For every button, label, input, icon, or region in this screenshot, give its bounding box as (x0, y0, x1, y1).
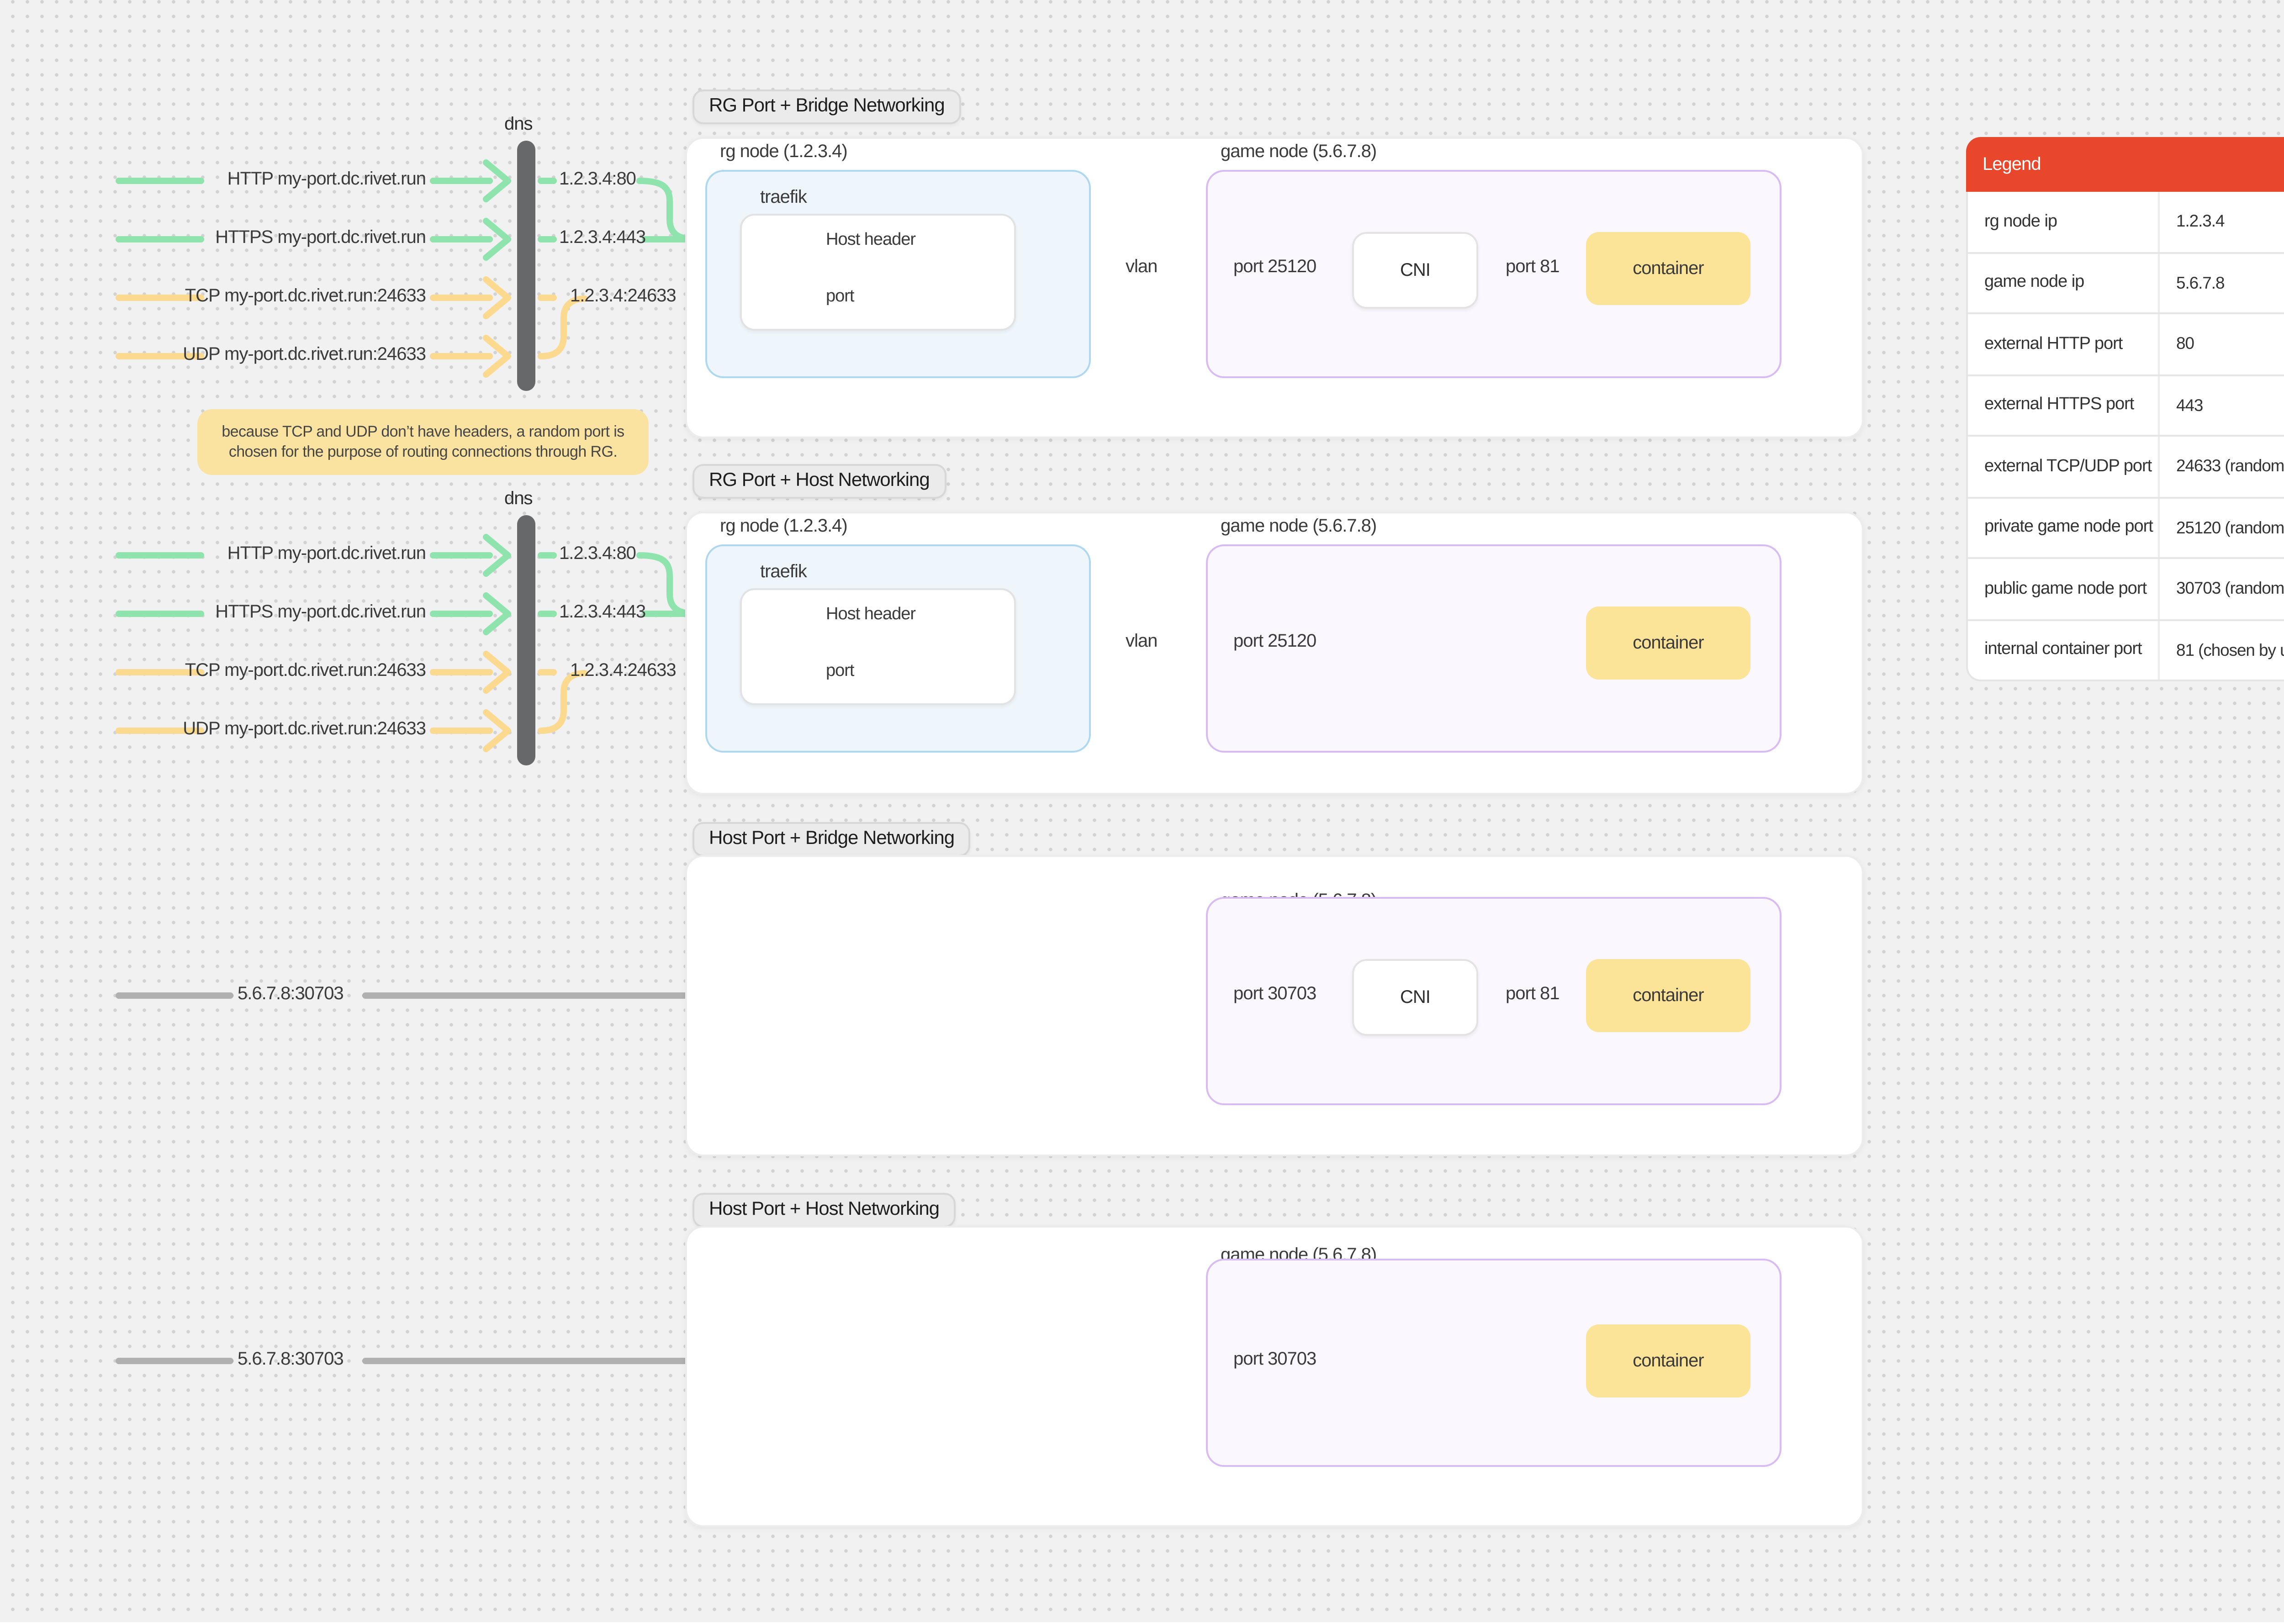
dns-ip-tcp: 1.2.3.4:24633 (570, 661, 677, 681)
legend-row-label: game node ip (1968, 253, 2160, 312)
legend-row-label: rg node ip (1968, 192, 2160, 251)
game-node-port-label: port 25120 (1233, 632, 1316, 652)
rg-node-label: rg node (1.2.3.4) (720, 517, 848, 537)
dns-entry-udp: UDP my-port.dc.rivet.run:24633 (183, 720, 426, 740)
game-node-port-label: port 25120 (1233, 258, 1316, 278)
dns-column-label: dns (504, 490, 533, 510)
container-port-label: port 81 (1506, 985, 1560, 1005)
dns-ip-http: 1.2.3.4:80 (559, 170, 636, 190)
section-title-rg-bridge: RG Port + Bridge Networking (693, 90, 961, 124)
table-row: external HTTP port 80 (1968, 312, 2284, 374)
legend-row-value: 443 (2160, 375, 2284, 435)
table-row: external HTTPS port 443 (1968, 374, 2284, 435)
container-box: container (1586, 232, 1750, 305)
legend-row-value: 30703 (randomly chosen per configured ho… (2160, 559, 2284, 618)
legend-row-value: 5.6.7.8 (2160, 253, 2284, 312)
external-address-label: 5.6.7.8:30703 (238, 985, 344, 1005)
table-row: rg node ip 1.2.3.4 (1968, 192, 2284, 251)
table-row: internal container port 81 (chosen by us… (1968, 618, 2284, 680)
legend-row-value: 24633 (randomly chosen per configured po… (2160, 437, 2284, 496)
legend-header-row: Legend Range (1966, 137, 2284, 192)
host-header-label: Host header (826, 605, 916, 625)
dns-ip-tcp: 1.2.3.4:24633 (570, 287, 677, 307)
game-node-label: game node (5.6.7.8) (1221, 142, 1377, 163)
vlan-label: vlan (1126, 632, 1158, 652)
section-title-host-bridge: Host Port + Bridge Networking (693, 822, 971, 857)
table-row: private game node port 25120 (randomly c… (1968, 496, 2284, 557)
dns-entry-udp: UDP my-port.dc.rivet.run:24633 (183, 345, 426, 365)
table-row: game node ip 5.6.7.8 (1968, 251, 2284, 312)
external-address-label: 5.6.7.8:30703 (238, 1350, 344, 1370)
legend-row-label: internal container port (1968, 620, 2160, 680)
game-node-port-label: port 30703 (1233, 1350, 1316, 1370)
vlan-label: vlan (1126, 258, 1158, 278)
legend-row-value: 80 (2160, 314, 2284, 374)
legend-row-label: external TCP/UDP port (1968, 437, 2160, 496)
dns-ip-https: 1.2.3.4:443 (559, 228, 646, 248)
legend-header-value (2160, 137, 2284, 192)
dns-entry-tcp: TCP my-port.dc.rivet.run:24633 (185, 287, 426, 307)
legend-table: Legend Range rg node ip 1.2.3.4 game nod… (1966, 137, 2284, 681)
cni-box: CNI (1352, 232, 1478, 309)
dns-entry-http: HTTP my-port.dc.rivet.run (227, 544, 426, 564)
container-box: container (1586, 606, 1750, 680)
host-header-label: Host header (826, 230, 916, 250)
game-node-label: game node (5.6.7.8) (1221, 517, 1377, 537)
dns-entry-https: HTTPS my-port.dc.rivet.run (215, 603, 426, 623)
legend-body: rg node ip 1.2.3.4 game node ip 5.6.7.8 … (1966, 192, 2284, 681)
table-row: external TCP/UDP port 24633 (randomly ch… (1968, 435, 2284, 496)
legend-row-value: 25120 (randomly chosen per configured GG… (2160, 498, 2284, 557)
dns-entry-http: HTTP my-port.dc.rivet.run (227, 170, 426, 190)
legend-row-label: private game node port (1968, 498, 2160, 557)
cni-box: CNI (1352, 959, 1478, 1036)
legend-row-label: external HTTPS port (1968, 375, 2160, 435)
diagram-canvas: dns HTTP my-port.dc.rivet.run HTTPS my-p… (0, 0, 2284, 1623)
port-rule-label: port (826, 661, 855, 681)
dns-ip-http: 1.2.3.4:80 (559, 544, 636, 564)
table-row: public game node port 30703 (randomly ch… (1968, 557, 2284, 618)
container-box: container (1586, 959, 1750, 1032)
section-title-rg-host: RG Port + Host Networking (693, 464, 946, 499)
legend-row-value: 1.2.3.4 (2160, 192, 2284, 251)
traefik-label: traefik (760, 563, 807, 583)
dns-column-label: dns (504, 115, 533, 135)
dns-entry-tcp: TCP my-port.dc.rivet.run:24633 (185, 661, 426, 681)
dns-ip-https: 1.2.3.4:443 (559, 603, 646, 623)
legend-row-label: public game node port (1968, 559, 2160, 618)
container-port-label: port 81 (1506, 258, 1560, 278)
legend-row-label: external HTTP port (1968, 314, 2160, 374)
section-title-host-host: Host Port + Host Networking (693, 1193, 956, 1228)
dns-entry-https: HTTPS my-port.dc.rivet.run (215, 228, 426, 248)
legend-row-value: 81 (chosen by user) (2160, 620, 2284, 680)
container-box: container (1586, 1324, 1750, 1397)
rg-node-label: rg node (1.2.3.4) (720, 142, 848, 163)
legend-header-label: Legend (1983, 154, 2041, 174)
game-node-port-label: port 30703 (1233, 985, 1316, 1005)
port-rule-label: port (826, 287, 855, 307)
traefik-label: traefik (760, 188, 807, 208)
